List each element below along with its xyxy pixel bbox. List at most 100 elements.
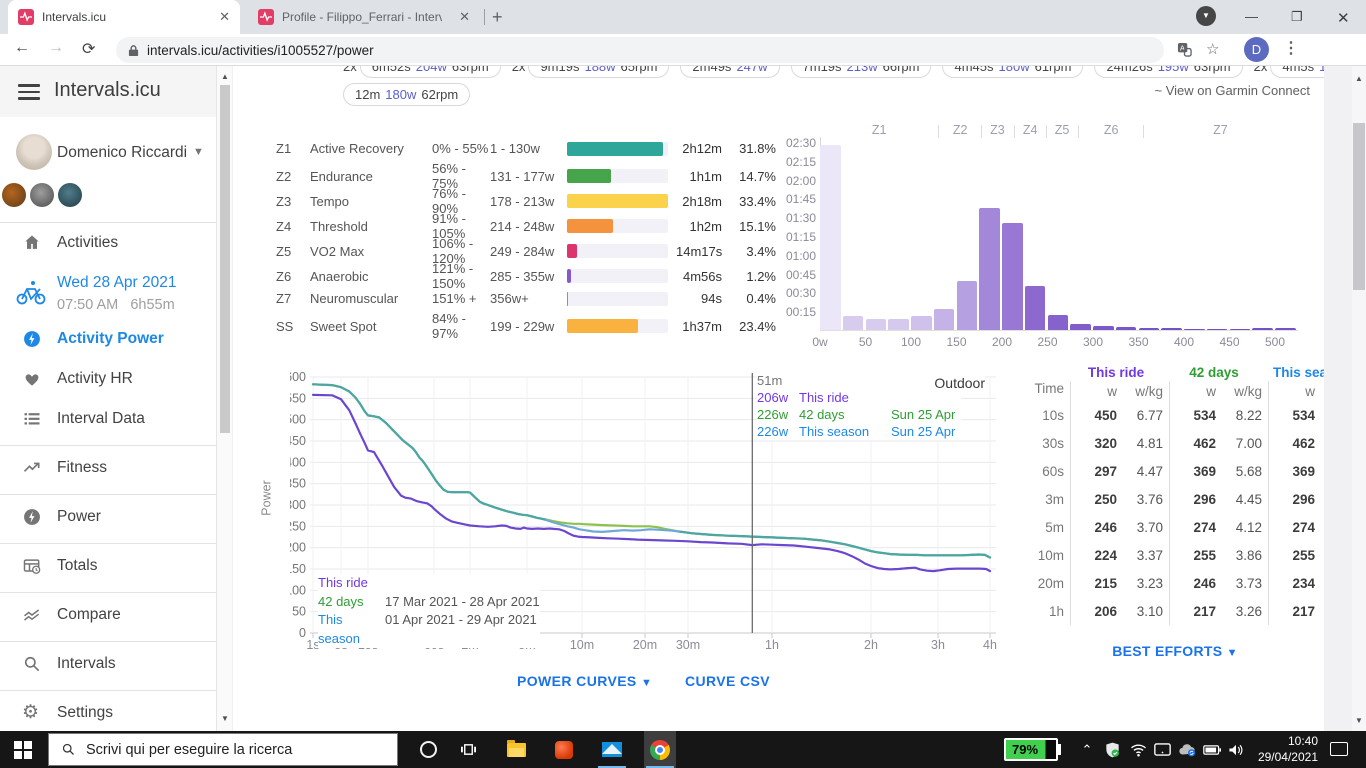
browser-menu-icon[interactable]: ⋮ [1283,38,1299,58]
scroll-down-icon[interactable]: ▼ [1352,716,1366,725]
effort-group: 462 7.00 [1169,429,1262,457]
sidebar-item-activity-power[interactable]: Activity Power [0,326,216,356]
effort-watts: 296 [1193,491,1216,507]
interval-pill-part: 192w [1319,66,1324,74]
y-tick-label: 550 [290,391,306,405]
browser-profile-avatar[interactable]: D [1244,37,1269,62]
effort-group: 320 4.81 [1070,429,1163,457]
menu-icon[interactable] [18,84,40,104]
battery-percentage-widget[interactable]: 79% [1004,738,1061,761]
mail-icon[interactable] [596,731,628,768]
taskbar-clock[interactable]: 10:40 29/04/2021 [1248,733,1318,765]
sidebar-item-ride-date[interactable]: Wed 28 Apr 2021 [57,274,177,292]
interval-pill[interactable]: 4m5s192w64rpm [1270,66,1324,78]
zone-bar [567,219,668,233]
forward-icon[interactable]: → [48,39,64,57]
x-tick-label: 200 [991,335,1013,349]
garmin-connect-link[interactable]: ~ View on Garmin Connect [1155,83,1310,98]
bookmark-star-icon[interactable]: ☆ [1206,40,1219,58]
effort-watts: 462 [1193,435,1216,451]
interval-pill-group: 2m49s 247w [680,66,780,78]
zone-boundary-tick [1143,125,1145,138]
sidebar-item-power[interactable]: Power [0,504,216,534]
back-icon[interactable]: ← [14,39,30,57]
interval-pill-part: 62rpm [421,87,459,102]
scrollbar-thumb[interactable] [220,85,230,433]
sidebar-item-activity-hr[interactable]: Activity HR [0,366,216,396]
zone-id: Z7 [276,291,292,306]
scrollbar-thumb[interactable] [1353,123,1365,290]
scroll-up-icon[interactable]: ▲ [217,72,233,81]
sidebar-item-settings[interactable]: ⚙ Settings [0,700,216,730]
translate-icon[interactable]: A [1177,42,1192,57]
power-curves-button[interactable]: POWER CURVES ▼ [517,673,652,689]
chevron-up-icon[interactable]: ⌃ [1076,731,1098,768]
user-name[interactable]: Domenico Riccardi [57,144,187,162]
interval-pill-part: 6m52s [371,66,411,74]
cortana-icon[interactable] [412,731,444,768]
mini-avatar[interactable] [58,183,82,207]
sidebar-item-activities[interactable]: Activities [0,230,216,260]
wifi-icon[interactable] [1126,731,1150,768]
interval-pill[interactable]: 4m45s 180w 61rpm [942,66,1084,78]
scroll-down-icon[interactable]: ▼ [217,714,233,723]
mini-avatar[interactable] [30,183,54,207]
address-bar[interactable]: intervals.icu/activities/i1005527/power [116,37,1164,63]
window-restore-button[interactable]: ❐ [1291,9,1303,25]
tab-intervals[interactable]: Intervals.icu ✕ [8,0,240,34]
histogram-bar [1047,314,1068,330]
sidebar-scrollbar[interactable]: ▲ ▼ [216,66,232,731]
tab-close-icon[interactable]: ✕ [219,9,230,25]
tooltip-value: 226w [757,407,789,422]
column-header: w [1206,383,1216,399]
tab-profile[interactable]: Profile - Filippo_Ferrari - Intervals ✕ [248,0,480,34]
action-center-icon[interactable] [1330,742,1348,756]
curve-csv-button[interactable]: CURVE CSV [685,673,770,689]
interval-pill-part: 180w [385,87,417,102]
file-explorer-icon[interactable] [500,731,532,768]
interval-pill[interactable]: 24m26s 195w 63rpm [1094,66,1243,78]
speaker-icon[interactable] [1224,731,1248,768]
reload-icon[interactable]: ⟳ [82,39,95,59]
interval-pill[interactable]: 9m19s 188w 65rpm [528,66,670,78]
mini-avatar[interactable] [2,183,26,207]
chrome-icon[interactable] [644,731,676,768]
zone-watt-range: 1 - 130w [490,141,540,156]
defender-shield-icon[interactable] [1100,731,1124,768]
sidebar-item-totals[interactable]: Totals [0,553,216,583]
interval-pill[interactable]: 12m 180w 62rpm [343,83,471,106]
window-minimize-button[interactable]: — [1245,9,1258,24]
start-button-icon[interactable] [14,741,32,759]
zone-bar-fill [567,141,664,156]
zone-name: Active Recovery [310,141,404,156]
chevron-down-icon[interactable]: ▼ [193,146,204,158]
sidebar-item-interval-data[interactable]: Interval Data [0,406,216,436]
effort-watts: 255 [1193,547,1216,563]
task-view-icon[interactable] [452,731,484,768]
interval-pill[interactable]: 7m19s 213w 66rpm [790,66,932,78]
battery-icon[interactable] [1200,731,1224,768]
window-close-button[interactable]: ✕ [1337,9,1350,27]
taskbar-search[interactable]: Scrivi qui per eseguire la ricerca [48,733,398,766]
interval-pill[interactable]: 6m52s 204w 63rpm [359,66,501,78]
sidebar-item-compare[interactable]: Compare [0,602,216,632]
sidebar-item-fitness[interactable]: Fitness [0,455,216,485]
legend-row: This season 01 Apr 2021 - 29 Apr 2021 [318,611,540,648]
best-efforts-link[interactable]: BEST EFFORTS ▼ [1020,643,1324,659]
interval-pill[interactable]: 2m49s 247w [680,66,780,78]
y-tick-label: 200 [290,541,306,555]
scroll-up-icon[interactable]: ▲ [1352,74,1366,83]
onedrive-cloud-icon[interactable] [1174,731,1200,768]
sidebar-item-intervals[interactable]: Intervals [0,651,216,681]
power-histogram[interactable]: Z1 Z2 Z3 Z4 Z5 Z6 Z7 00:15 00:30 00:45 01:00 01:15 0… [786,123,1310,353]
user-avatar[interactable] [16,134,52,170]
y-tick-label: 50 [292,605,306,619]
new-tab-button[interactable]: + [492,7,503,28]
page-scrollbar[interactable]: ▲ ▼ [1352,66,1366,731]
effort-group: 2553.83 [1268,541,1324,569]
tablet-icon[interactable] [1150,731,1174,768]
ride-subtitle: 07:50 AM 6h55m [57,297,175,313]
chrome-update-icon[interactable]: ▼ [1196,6,1216,26]
tab-close-icon[interactable]: ✕ [459,9,470,25]
office-icon[interactable] [548,731,580,768]
